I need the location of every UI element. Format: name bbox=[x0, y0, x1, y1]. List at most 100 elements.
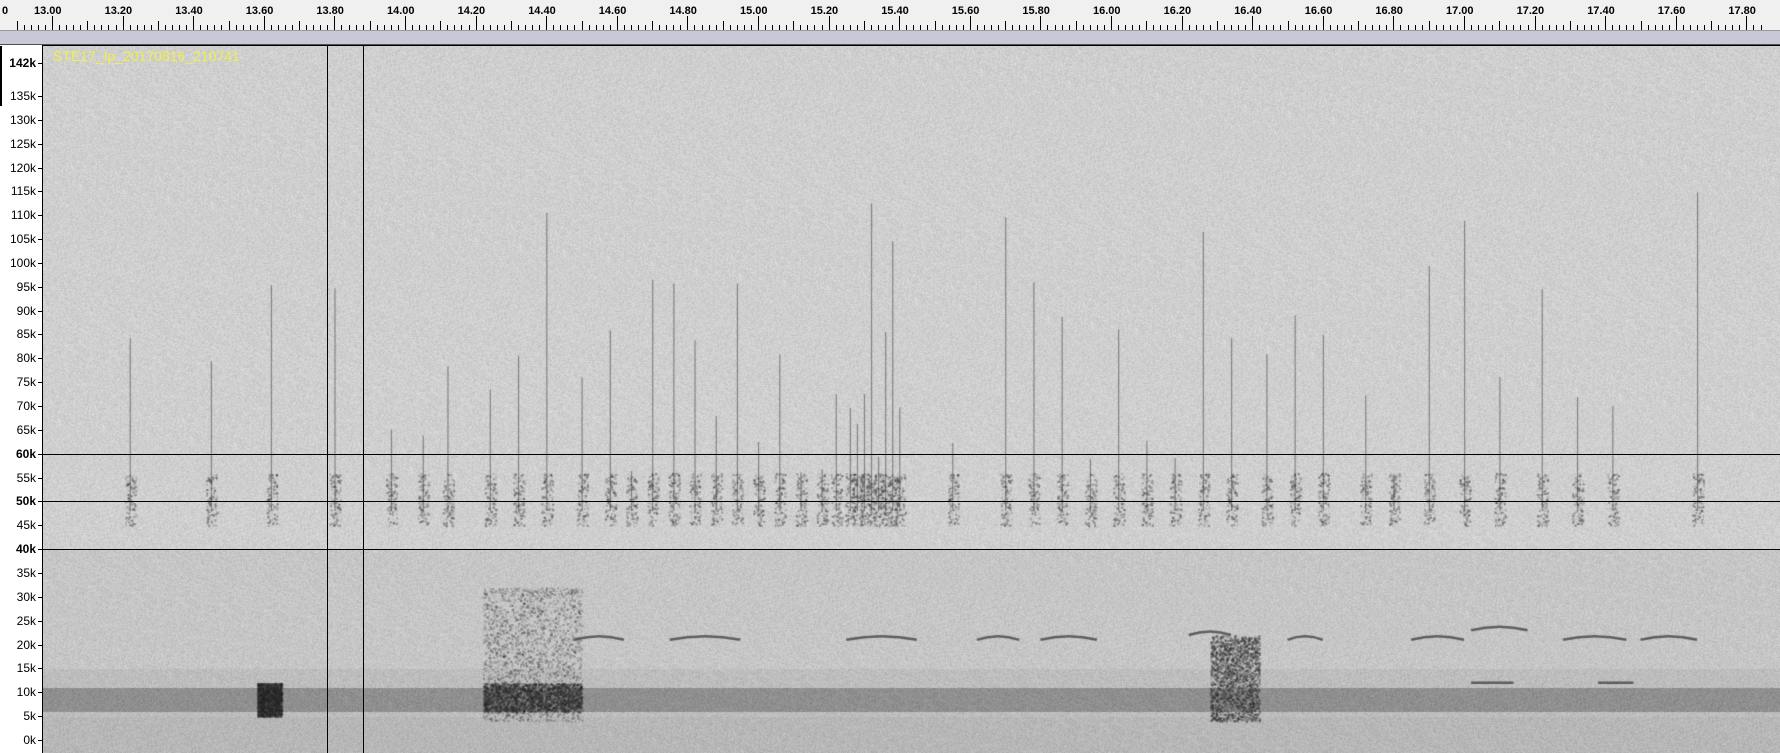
timeline-minor-tick bbox=[553, 25, 555, 30]
timeline-minor-tick bbox=[1668, 25, 1670, 30]
timeline-minor-tick bbox=[1266, 25, 1268, 30]
frequency-label: 30k bbox=[16, 589, 36, 604]
timeline-minor-tick bbox=[157, 21, 159, 30]
frequency-label: 142k bbox=[9, 55, 36, 70]
timeline-minor-tick bbox=[390, 25, 392, 30]
selection-frequency-line[interactable] bbox=[43, 501, 1780, 502]
timeline-minor-tick bbox=[1711, 21, 1713, 30]
timeline-edge-label: 0 bbox=[2, 5, 9, 17]
timeline-minor-tick bbox=[1146, 21, 1148, 30]
timeline-minor-tick bbox=[856, 25, 858, 30]
timeline-minor-tick bbox=[863, 21, 865, 30]
spectrogram-view[interactable] bbox=[43, 45, 1780, 753]
timeline-minor-tick bbox=[765, 25, 767, 30]
timeline-minor-tick bbox=[1273, 25, 1275, 30]
timeline-minor-tick bbox=[983, 25, 985, 30]
timeline-major-tick bbox=[475, 16, 477, 30]
timeline-label: 16.80 bbox=[1375, 5, 1403, 17]
frequency-label: 115k bbox=[10, 184, 36, 199]
frequency-tick bbox=[38, 62, 42, 64]
timeline-label: 17.00 bbox=[1446, 5, 1474, 17]
timeline-minor-tick bbox=[1202, 25, 1204, 30]
timeline-minor-tick bbox=[1612, 25, 1614, 30]
track-header-strip[interactable] bbox=[0, 31, 1780, 45]
timeline-minor-tick bbox=[1061, 25, 1063, 30]
timeline-minor-tick bbox=[412, 25, 414, 30]
timeline-minor-tick bbox=[397, 25, 399, 30]
timeline-minor-tick bbox=[1259, 25, 1261, 30]
frequency-tick bbox=[38, 358, 42, 360]
timeline-minor-tick bbox=[1365, 25, 1367, 30]
timeline-minor-tick bbox=[306, 25, 308, 30]
frequency-axis: 142k 135k 130k 125k 120k 115k 110k 105k 100k 95k 9… bbox=[0, 45, 43, 753]
timeline-minor-tick bbox=[299, 21, 301, 30]
frequency-tick bbox=[38, 239, 42, 241]
timeline-minor-tick bbox=[1506, 25, 1508, 30]
timeline-minor-tick bbox=[200, 25, 202, 30]
timeline-label: 16.00 bbox=[1093, 5, 1121, 17]
timeline-minor-tick bbox=[1386, 25, 1388, 30]
timeline-minor-tick bbox=[934, 21, 936, 30]
timeline-minor-tick bbox=[602, 25, 604, 30]
timeline-minor-tick bbox=[164, 25, 166, 30]
timeline-minor-tick bbox=[913, 25, 915, 30]
timeline-minor-tick bbox=[539, 25, 541, 30]
timeline-minor-tick bbox=[772, 25, 774, 30]
timeline-minor-tick bbox=[496, 25, 498, 30]
timeline-minor-tick bbox=[1654, 25, 1656, 30]
axis-edge-marker bbox=[0, 46, 2, 106]
timeline-label: 13.60 bbox=[245, 5, 274, 17]
frequency-tick bbox=[38, 119, 42, 121]
timeline-minor-tick bbox=[793, 21, 795, 30]
timeline-minor-tick bbox=[962, 25, 964, 30]
frequency-tick bbox=[38, 525, 42, 527]
timeline-minor-tick bbox=[1103, 25, 1105, 30]
timeline-major-tick bbox=[263, 16, 265, 30]
timeline-minor-tick bbox=[1541, 25, 1543, 30]
frequency-label: 15k bbox=[16, 661, 36, 676]
timeline-minor-tick bbox=[1576, 25, 1578, 30]
timeline-minor-tick bbox=[179, 25, 181, 30]
selection-frequency-line[interactable] bbox=[43, 549, 1780, 550]
frequency-tick bbox=[38, 95, 42, 97]
timeline-minor-tick bbox=[870, 25, 872, 30]
timeline-minor-tick bbox=[1591, 25, 1593, 30]
timeline-label: 13.80 bbox=[316, 5, 344, 17]
timeline-minor-tick bbox=[327, 25, 329, 30]
frequency-label: 95k bbox=[16, 279, 36, 294]
frequency-tick bbox=[38, 143, 42, 145]
timeline-major-tick bbox=[616, 16, 618, 30]
frequency-tick bbox=[38, 262, 42, 264]
timeline-minor-tick bbox=[1379, 25, 1381, 30]
timeline-minor-tick bbox=[30, 25, 32, 30]
timeline-minor-tick bbox=[1343, 25, 1345, 30]
frequency-tick bbox=[38, 334, 42, 336]
selection-time-line[interactable] bbox=[363, 45, 364, 753]
timeline-major-tick bbox=[969, 16, 971, 30]
timeline-minor-tick bbox=[1216, 21, 1218, 30]
timeline-minor-tick bbox=[419, 25, 421, 30]
timeline-ruler[interactable]: 0 13.00 13.20 13.40 13.60 13.80 14.00 14.20 14.… bbox=[0, 0, 1780, 31]
timeline-minor-tick bbox=[221, 25, 223, 30]
selection-time-line[interactable] bbox=[327, 45, 328, 753]
frequency-tick bbox=[38, 716, 42, 718]
timeline-minor-tick bbox=[1725, 25, 1727, 30]
frequency-tick bbox=[38, 477, 42, 479]
timeline-minor-tick bbox=[369, 21, 371, 30]
timeline-minor-tick bbox=[242, 25, 244, 30]
timeline-minor-tick bbox=[885, 25, 887, 30]
timeline-minor-tick bbox=[1407, 25, 1409, 30]
selection-frequency-line[interactable] bbox=[43, 454, 1780, 455]
timeline-major-tick bbox=[1252, 16, 1254, 30]
timeline-minor-tick bbox=[94, 25, 96, 30]
frequency-label: 85k bbox=[16, 327, 36, 342]
timeline-minor-tick bbox=[1569, 21, 1571, 30]
timeline-minor-tick bbox=[1089, 25, 1091, 30]
frequency-tick bbox=[38, 668, 42, 670]
timeline-minor-tick bbox=[348, 25, 350, 30]
timeline-minor-tick bbox=[1633, 25, 1635, 30]
timeline-minor-tick bbox=[1188, 25, 1190, 30]
frequency-tick bbox=[38, 429, 42, 431]
timeline-minor-tick bbox=[694, 25, 696, 30]
timeline-major-tick bbox=[1534, 16, 1536, 30]
